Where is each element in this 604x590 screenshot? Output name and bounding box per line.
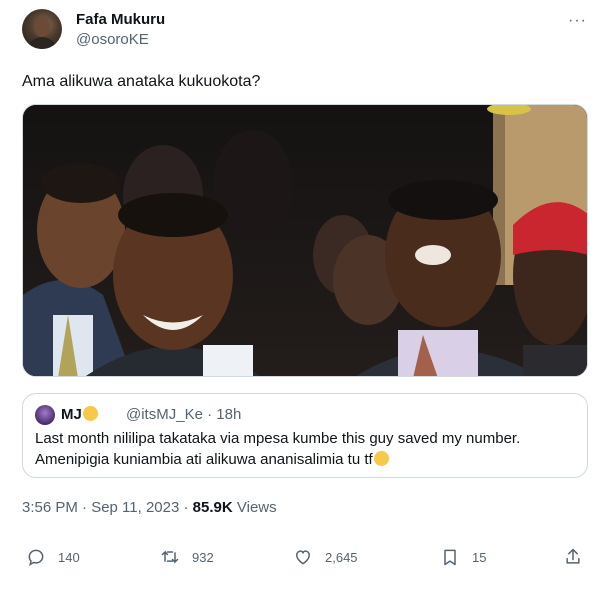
quoted-text-line-2: Amenipigia kuniambia ati alikuwa ananisa… xyxy=(35,451,389,468)
pleading-face-emoji-icon xyxy=(373,451,389,466)
photo-image xyxy=(23,105,587,376)
quoted-name-text: MJ xyxy=(61,406,82,423)
quoted-author-display-name: MJ xyxy=(61,406,98,423)
tweet-card: Fafa Mukuru @osoroKE ··· Ama alikuwa ana… xyxy=(0,0,604,590)
like-count: 2,645 xyxy=(325,549,358,565)
quoted-handle-text: @itsMJ_Ke xyxy=(126,406,203,423)
tweet-meta: 3:56 PM · Sep 11, 2023 · 85.9K Views xyxy=(22,499,277,516)
bookmark-count: 15 xyxy=(472,549,487,565)
avatar-shoulders xyxy=(26,37,58,49)
avatar-face xyxy=(34,17,50,37)
views-label: Views xyxy=(236,499,277,516)
share-icon xyxy=(566,548,580,564)
quoted-text-line-2-text: Amenipigia kuniambia ati alikuwa ananisa… xyxy=(35,451,373,468)
heart-icon xyxy=(295,550,311,565)
repost-count: 932 xyxy=(192,549,214,565)
tweet-timestamp[interactable]: 3:56 PM · Sep 11, 2023 · xyxy=(22,499,189,516)
quoted-time: 18h xyxy=(216,406,242,423)
quoted-separator: · xyxy=(207,406,213,423)
quoted-author-handle: @itsMJ_Ke · 18h xyxy=(126,406,241,423)
reply-button[interactable]: 140 xyxy=(26,544,80,570)
quoted-text-line-1: Last month nililipa takataka via mpesa k… xyxy=(35,430,521,447)
author-avatar[interactable] xyxy=(22,9,62,49)
quoted-author-avatar xyxy=(35,405,55,425)
smiling-face-with-hearts-emoji-icon xyxy=(82,406,98,421)
share-button[interactable] xyxy=(563,544,595,570)
like-button[interactable]: 2,645 xyxy=(293,544,358,570)
more-options-icon[interactable]: ··· xyxy=(568,12,587,30)
tweet-text: Ama alikuwa anataka kukuokota? xyxy=(22,73,261,90)
repost-button[interactable]: 932 xyxy=(160,544,214,570)
reply-icon xyxy=(28,549,44,567)
bookmark-button[interactable]: 15 xyxy=(440,544,486,570)
quoted-tweet[interactable]: MJ @itsMJ_Ke · 18h Last month nililipa t… xyxy=(22,393,588,478)
author-display-name[interactable]: Fafa Mukuru xyxy=(76,11,165,28)
bookmark-icon xyxy=(444,549,456,566)
tweet-media-photo[interactable] xyxy=(22,104,588,377)
author-handle[interactable]: @osoroKE xyxy=(76,31,149,48)
reply-count: 140 xyxy=(58,549,80,565)
views-count: 85.9K xyxy=(192,499,233,516)
tweet-actions-bar: 140 932 2,645 15 xyxy=(0,540,604,574)
repost-icon xyxy=(161,550,179,564)
